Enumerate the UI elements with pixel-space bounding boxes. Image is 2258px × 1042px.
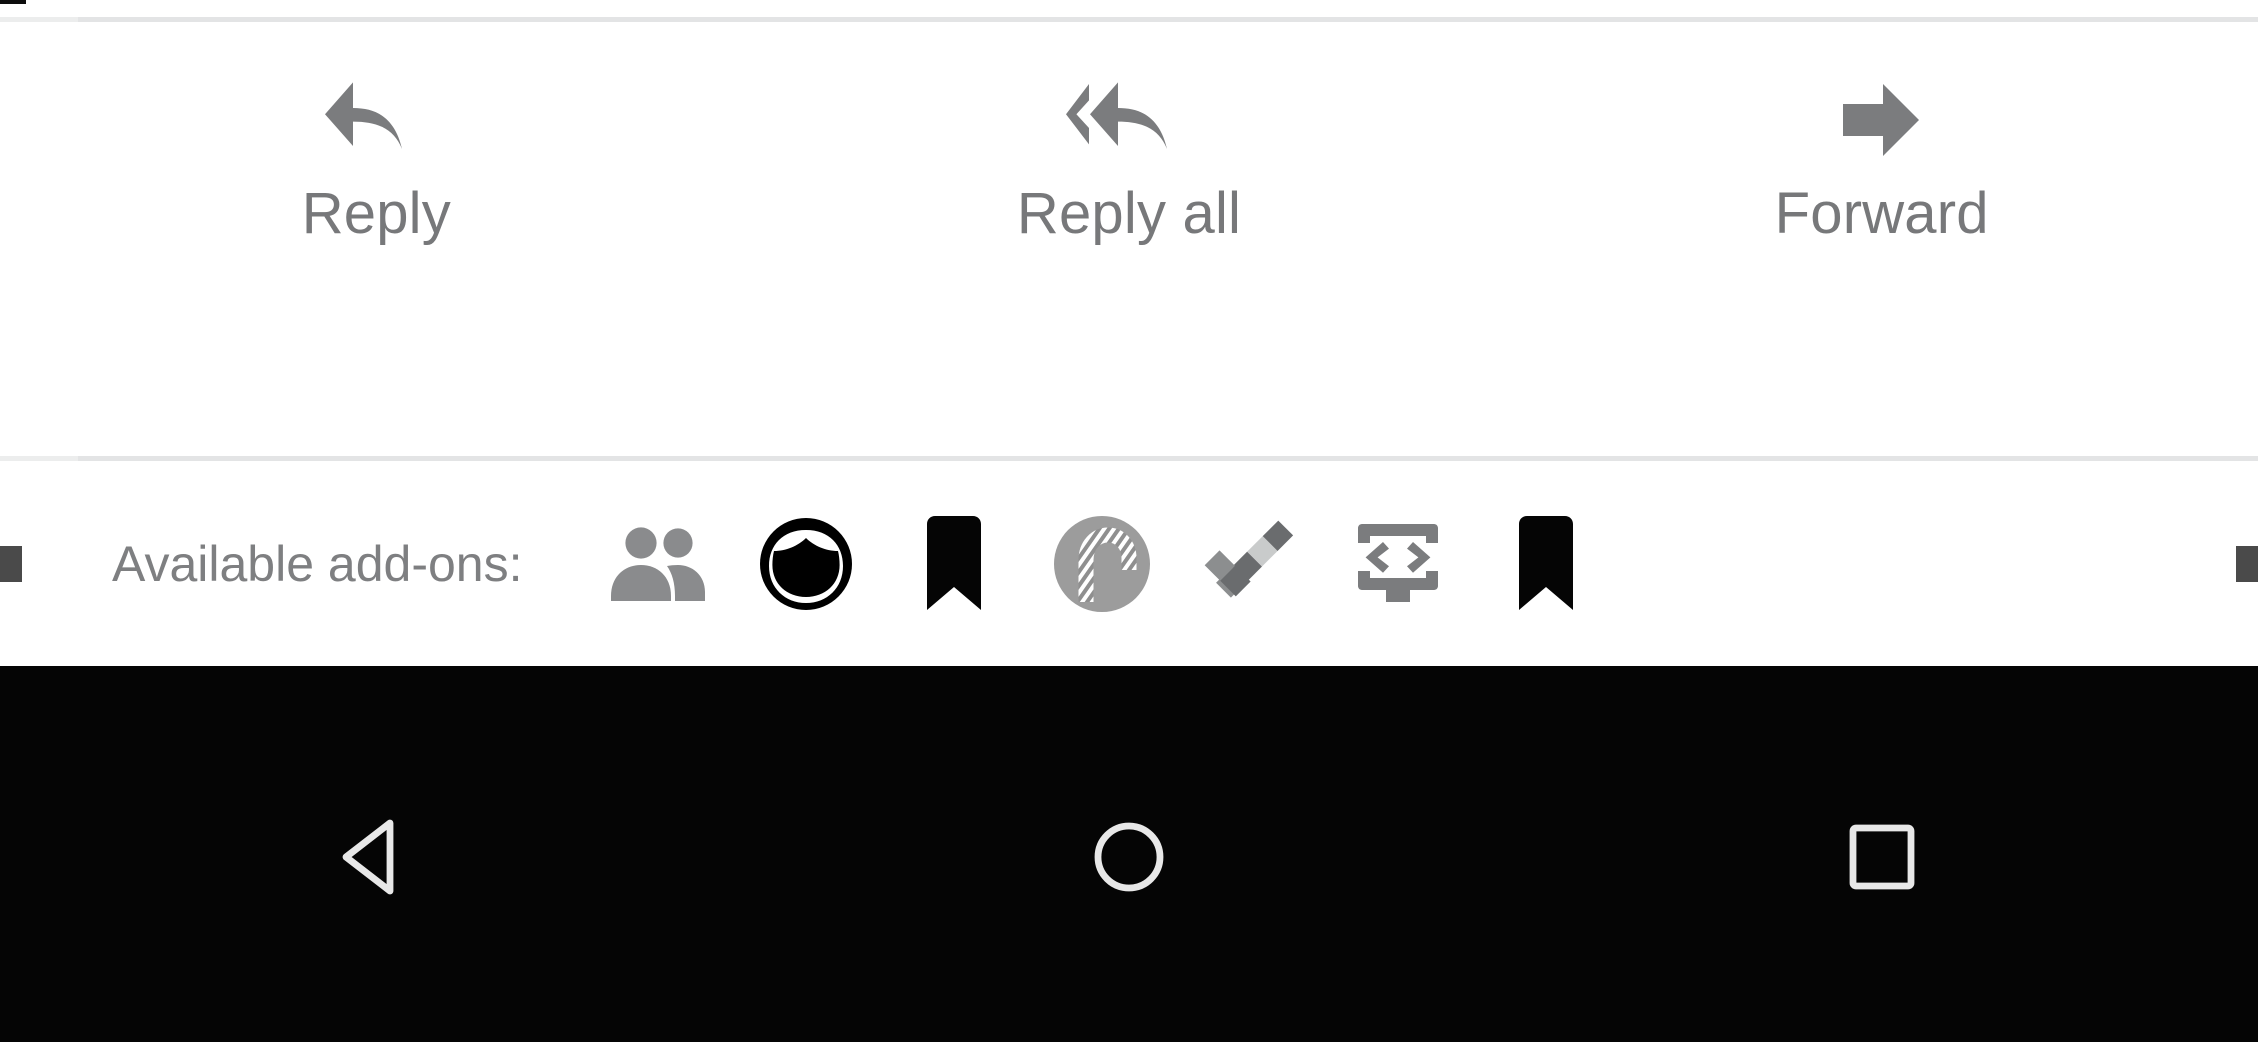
reply-button[interactable]: Reply xyxy=(0,22,753,245)
candy-cane-badge-icon[interactable] xyxy=(1028,499,1176,629)
people-icon[interactable] xyxy=(584,499,732,629)
bookmark-icon[interactable] xyxy=(1472,499,1620,629)
reply-all-arrow-icon xyxy=(1058,74,1200,166)
reply-action-bar: Reply Reply all Forward xyxy=(0,22,2258,456)
forward-button[interactable]: Forward xyxy=(1505,22,2258,245)
forward-label: Forward xyxy=(1774,181,1989,246)
email-footer-screen: Reply Reply all Forward Available add-on… xyxy=(0,0,2258,1042)
code-screen-icon[interactable] xyxy=(1324,499,1472,629)
addons-icon-list xyxy=(584,499,1620,629)
back-triangle-icon[interactable] xyxy=(266,777,486,937)
top-edge-artifact xyxy=(0,0,26,4)
recents-square-icon[interactable] xyxy=(1772,777,1992,937)
addons-scroll-right-indicator[interactable] xyxy=(2236,545,2258,582)
face-avatar-icon[interactable] xyxy=(732,499,880,629)
reply-arrow-icon xyxy=(318,74,434,166)
reply-all-label: Reply all xyxy=(1016,181,1242,246)
home-circle-icon[interactable] xyxy=(1019,777,1239,937)
reply-all-button[interactable]: Reply all xyxy=(753,22,1506,245)
available-addons-bar: Available add-ons: xyxy=(0,461,2258,666)
forward-arrow-icon xyxy=(1827,74,1937,166)
reply-label: Reply xyxy=(301,181,451,246)
bookmark-icon[interactable] xyxy=(880,499,1028,629)
android-navigation-bar xyxy=(0,666,2258,1042)
addons-label: Available add-ons: xyxy=(112,535,523,592)
checkmark-icon[interactable] xyxy=(1176,499,1324,629)
addons-scroll-left-indicator[interactable] xyxy=(0,545,22,582)
